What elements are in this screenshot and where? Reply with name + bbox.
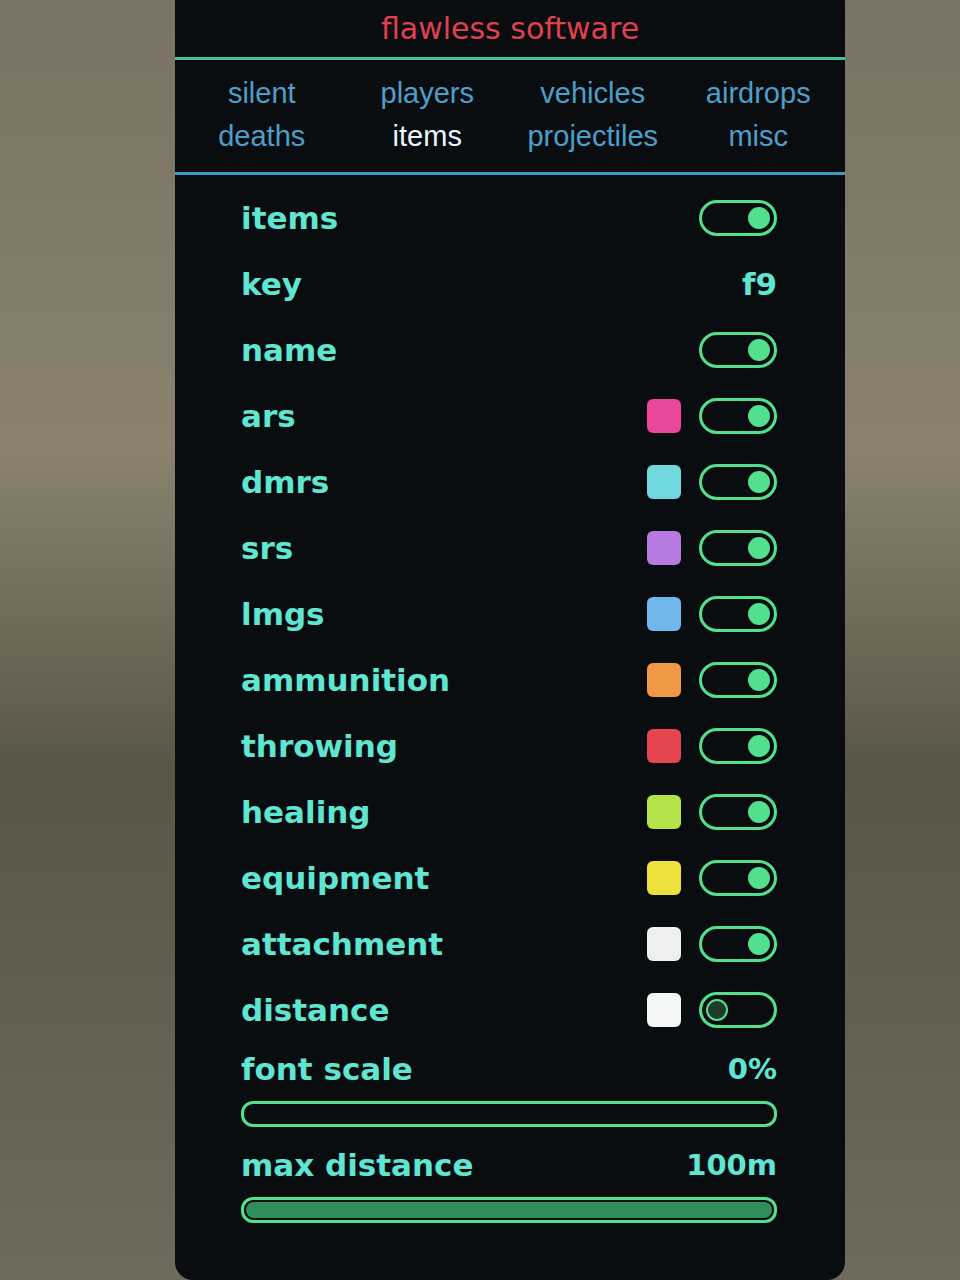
tab[interactable]: misc: [676, 117, 842, 156]
color-swatch[interactable]: [647, 663, 681, 697]
toggle[interactable]: [699, 926, 777, 962]
toggle-knob: [748, 471, 770, 493]
toggle[interactable]: [699, 596, 777, 632]
setting-label: dmrs: [241, 464, 629, 500]
color-swatch[interactable]: [647, 399, 681, 433]
toggle-knob: [748, 669, 770, 691]
color-swatch[interactable]: [647, 597, 681, 631]
tab-bar: silentplayersvehiclesairdrops deathsitems…: [175, 60, 845, 175]
setting-label: items: [241, 200, 681, 236]
toggle[interactable]: [699, 398, 777, 434]
toggle-knob: [748, 801, 770, 823]
toggle[interactable]: [699, 860, 777, 896]
toggle-knob: [748, 537, 770, 559]
toggle-knob: [748, 207, 770, 229]
tab[interactable]: items: [345, 117, 511, 156]
color-swatch[interactable]: [647, 465, 681, 499]
slider-label: font scale: [241, 1051, 728, 1087]
setting-row: attachment: [241, 911, 777, 977]
toggle-knob: [748, 867, 770, 889]
slider-reading: 0%: [728, 1052, 777, 1086]
setting-row: name: [241, 317, 777, 383]
setting-label: lmgs: [241, 596, 629, 632]
setting-row: ammunition: [241, 647, 777, 713]
tab[interactable]: projectiles: [510, 117, 676, 156]
settings-list: items key f9 name ars dmrs srs lmgs ammunition th…: [175, 175, 845, 1255]
toggle-knob: [748, 405, 770, 427]
color-swatch[interactable]: [647, 861, 681, 895]
setting-row: distance: [241, 977, 777, 1043]
toggle[interactable]: [699, 530, 777, 566]
setting-row: throwing: [241, 713, 777, 779]
toggle-knob: [748, 933, 770, 955]
tab[interactable]: players: [345, 74, 511, 113]
setting-row: key f9: [241, 251, 777, 317]
setting-row: ars: [241, 383, 777, 449]
color-swatch[interactable]: [647, 993, 681, 1027]
setting-row: dmrs: [241, 449, 777, 515]
key-value[interactable]: f9: [742, 266, 777, 302]
slider-fill: [246, 1202, 772, 1218]
setting-row: equipment: [241, 845, 777, 911]
tab[interactable]: deaths: [179, 117, 345, 156]
color-swatch[interactable]: [647, 531, 681, 565]
slider-track[interactable]: [241, 1197, 777, 1223]
tab[interactable]: airdrops: [676, 74, 842, 113]
slider-row: max distance100m: [241, 1139, 777, 1235]
setting-label: attachment: [241, 926, 629, 962]
screen: flawless software silentplayersvehiclesai…: [0, 0, 960, 1280]
slider-head: font scale0%: [241, 1051, 777, 1087]
slider-label: max distance: [241, 1147, 686, 1183]
setting-label: name: [241, 332, 681, 368]
setting-row: healing: [241, 779, 777, 845]
title: flawless software: [381, 11, 639, 46]
setting-label: distance: [241, 992, 629, 1028]
tab[interactable]: vehicles: [510, 74, 676, 113]
toggle[interactable]: [699, 662, 777, 698]
setting-row: srs: [241, 515, 777, 581]
setting-row: items: [241, 185, 777, 251]
setting-label: throwing: [241, 728, 629, 764]
slider-reading: 100m: [686, 1148, 777, 1182]
slider-track[interactable]: [241, 1101, 777, 1127]
setting-row: lmgs: [241, 581, 777, 647]
color-swatch[interactable]: [647, 729, 681, 763]
toggle-knob: [706, 999, 728, 1021]
setting-label: ars: [241, 398, 629, 434]
setting-label: srs: [241, 530, 629, 566]
color-swatch[interactable]: [647, 927, 681, 961]
toggle-knob: [748, 339, 770, 361]
toggle[interactable]: [699, 794, 777, 830]
setting-label: healing: [241, 794, 629, 830]
tab[interactable]: silent: [179, 74, 345, 113]
setting-label: ammunition: [241, 662, 629, 698]
toggle[interactable]: [699, 464, 777, 500]
setting-label: key: [241, 266, 724, 302]
toggle[interactable]: [699, 332, 777, 368]
title-bar: flawless software: [175, 0, 845, 60]
menu-panel: flawless software silentplayersvehiclesai…: [175, 0, 845, 1280]
toggle-knob: [748, 603, 770, 625]
toggle[interactable]: [699, 200, 777, 236]
color-swatch[interactable]: [647, 795, 681, 829]
toggle-knob: [748, 735, 770, 757]
toggle[interactable]: [699, 992, 777, 1028]
slider-head: max distance100m: [241, 1147, 777, 1183]
setting-label: equipment: [241, 860, 629, 896]
toggle[interactable]: [699, 728, 777, 764]
slider-row: font scale0%: [241, 1043, 777, 1139]
